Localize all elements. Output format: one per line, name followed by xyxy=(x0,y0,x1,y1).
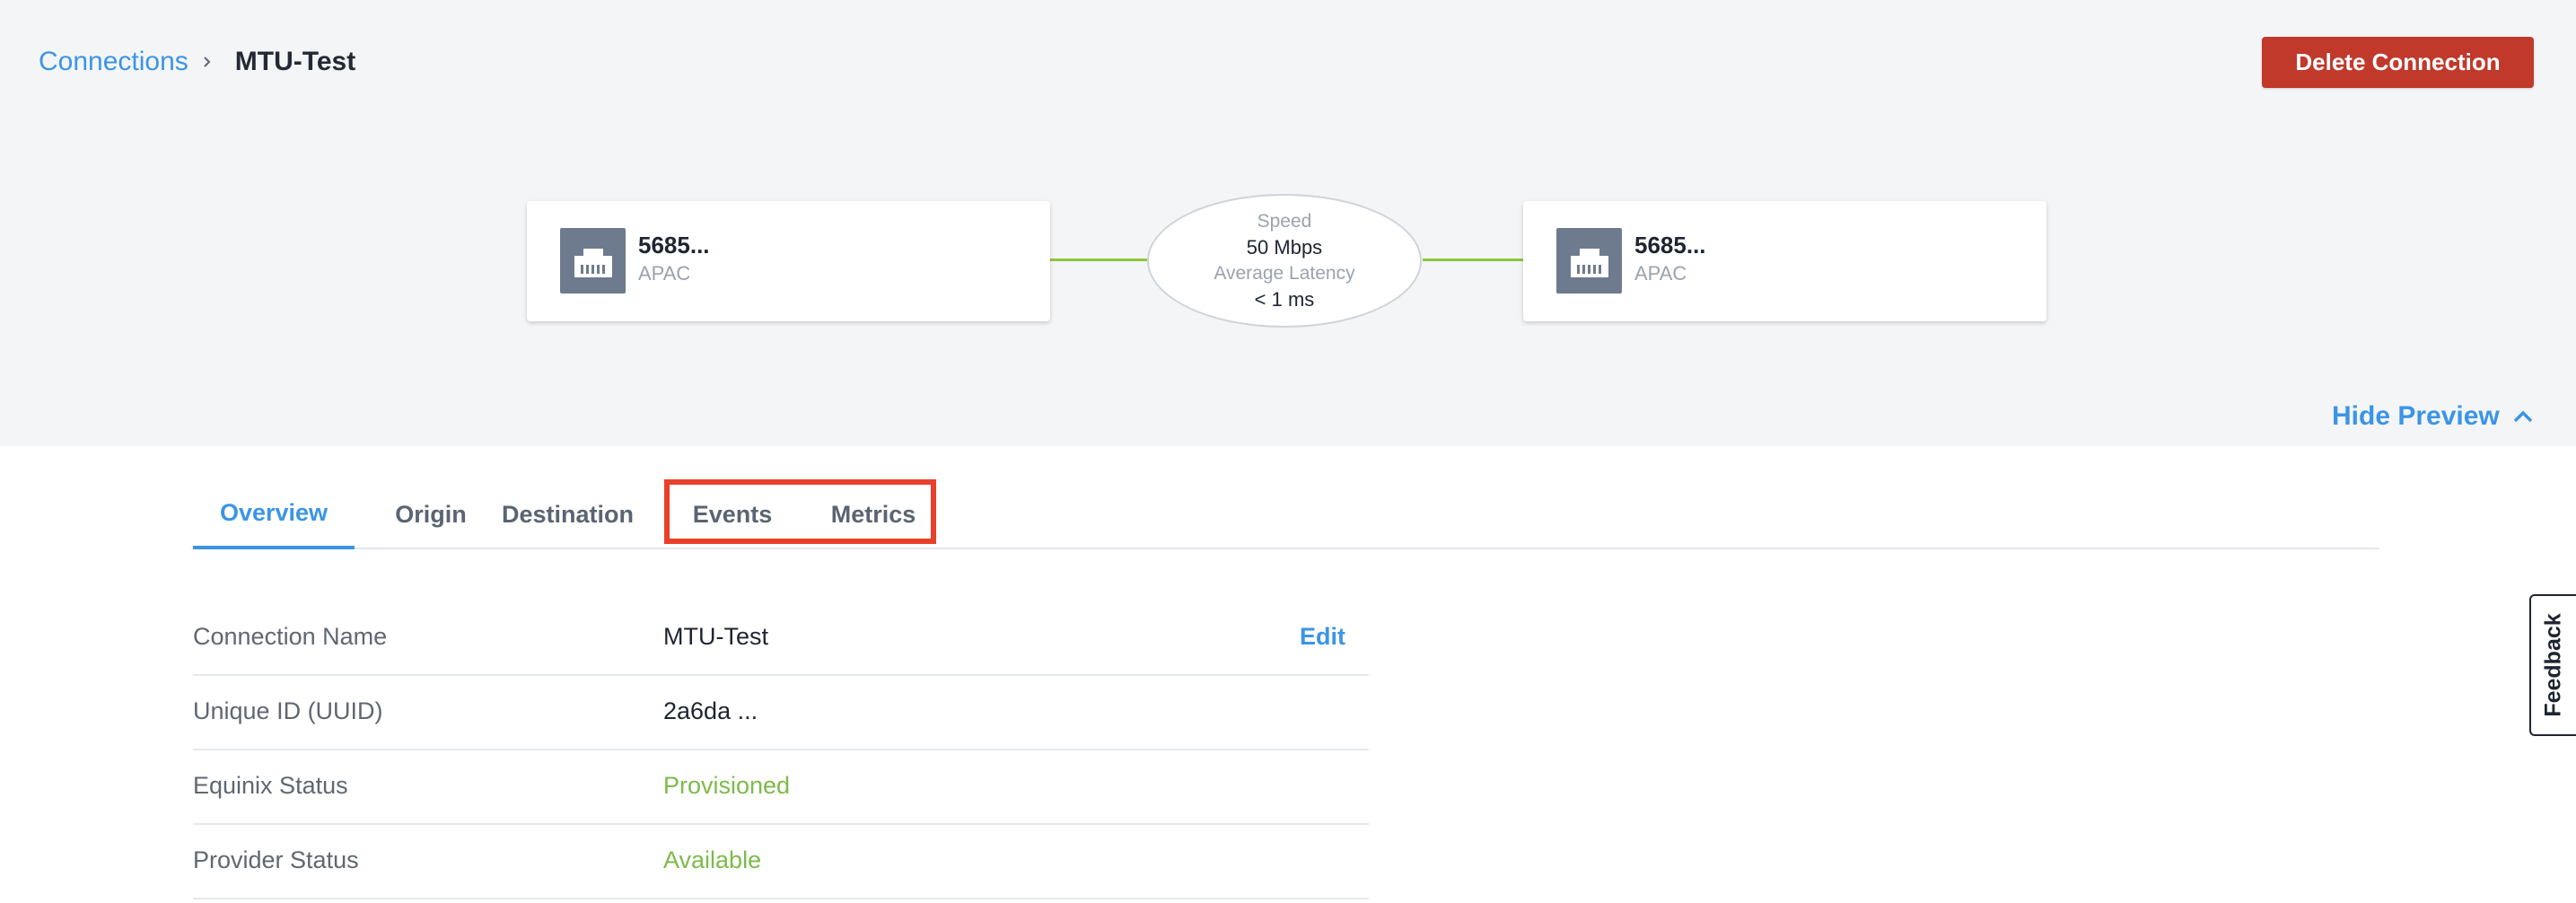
hide-preview-label: Hide Preview xyxy=(2332,401,2500,431)
tab-metrics[interactable]: Metrics xyxy=(802,479,945,549)
speed-latency-oval: Speed 50 Mbps Average Latency < 1 ms xyxy=(1147,194,1422,328)
detail-label: Equinix Status xyxy=(193,772,348,799)
feedback-label: Feedback xyxy=(2540,613,2566,717)
chevron-up-icon xyxy=(2512,405,2536,428)
breadcrumb: Connections MTU-Test xyxy=(39,41,355,83)
hide-preview-toggle[interactable]: Hide Preview xyxy=(2332,401,2536,432)
tab-origin[interactable]: Origin xyxy=(368,479,494,549)
origin-port-region: APAC xyxy=(638,262,691,285)
ethernet-port-icon xyxy=(1556,228,1622,294)
origin-port-card[interactable]: 5685... APAC xyxy=(527,201,1050,321)
connection-link-line-left xyxy=(1050,259,1149,261)
speed-value: 50 Mbps xyxy=(1246,236,1323,259)
detail-row-uuid: Unique ID (UUID) 2a6da ... xyxy=(193,676,1369,750)
detail-label: Connection Name xyxy=(193,623,388,650)
detail-row-provider-status: Provider Status Available xyxy=(193,825,1369,899)
feedback-button[interactable]: Feedback xyxy=(2529,594,2576,736)
detail-label: Unique ID (UUID) xyxy=(193,697,383,724)
status-badge: Provisioned xyxy=(663,772,791,799)
connection-tabs: Overview Origin Destination Events Metri… xyxy=(193,479,2379,549)
destination-port-region: APAC xyxy=(1634,262,1687,285)
tab-destination[interactable]: Destination xyxy=(489,479,646,549)
chevron-right-icon xyxy=(201,51,223,73)
breadcrumb-connections-link[interactable]: Connections xyxy=(39,47,188,77)
overview-details: Connection Name MTU-Test Edit Unique ID … xyxy=(193,601,1369,899)
speed-label: Speed xyxy=(1257,211,1312,232)
detail-row-connection-name: Connection Name MTU-Test Edit xyxy=(193,601,1369,676)
tab-overview[interactable]: Overview xyxy=(193,479,355,549)
detail-label: Provider Status xyxy=(193,846,359,873)
ethernet-port-icon xyxy=(560,228,626,294)
latency-value: < 1 ms xyxy=(1254,288,1315,311)
destination-port-card[interactable]: 5685... APAC xyxy=(1523,201,2046,321)
connection-link-line-right xyxy=(1423,259,1523,261)
tab-events[interactable]: Events xyxy=(675,479,790,549)
origin-port-name: 5685... xyxy=(638,232,710,259)
delete-connection-button[interactable]: Delete Connection xyxy=(2262,37,2534,88)
status-badge: Available xyxy=(663,846,762,873)
detail-row-equinix-status: Equinix Status Provisioned xyxy=(193,750,1369,825)
edit-connection-name-link[interactable]: Edit xyxy=(1300,623,1345,651)
connection-preview-panel: Connections MTU-Test Delete Connection 5… xyxy=(0,0,2576,446)
destination-port-name: 5685... xyxy=(1634,232,1706,259)
detail-value: MTU-Test xyxy=(663,623,768,650)
page-title: MTU-Test xyxy=(234,47,356,76)
detail-value: 2a6da ... xyxy=(663,697,758,724)
latency-label: Average Latency xyxy=(1214,263,1355,284)
